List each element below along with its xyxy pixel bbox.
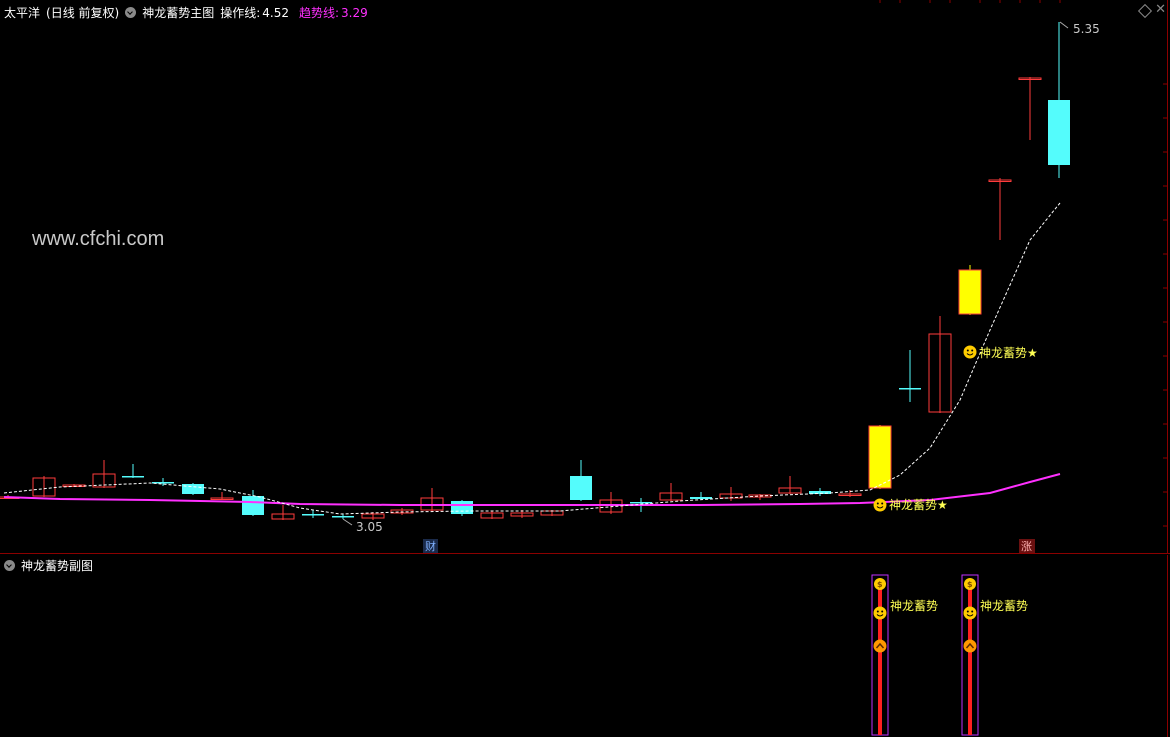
main-indicator-name[interactable]: 神龙蓄势主图 <box>142 4 214 21</box>
up-chevron-icon <box>873 639 887 653</box>
high-price-pointer <box>1059 21 1069 29</box>
high-price-label: 5.35 <box>1073 22 1100 36</box>
trend-line-value: 3.29 <box>341 5 368 20</box>
candle-body <box>690 497 712 499</box>
smiley-icon <box>873 498 887 512</box>
candle-body <box>332 516 354 518</box>
signal-column-bar <box>968 583 972 735</box>
cai-marker: 财 <box>425 539 436 553</box>
candle-body <box>242 496 264 515</box>
sub-signal-label: 神龙蓄势 <box>980 599 1028 613</box>
zhang-marker: 涨 <box>1021 540 1032 553</box>
smiley-icon <box>963 606 977 620</box>
up-chevron-icon <box>963 639 977 653</box>
signal-column-bar <box>878 583 882 735</box>
watermark: www.cfchi.com <box>32 228 165 250</box>
smiley-icon <box>873 606 887 620</box>
candle-body <box>958 269 982 315</box>
candle-body <box>899 388 921 390</box>
period-label: (日线 前复权) <box>46 6 120 20</box>
close-icon[interactable]: ✕ <box>1155 2 1166 17</box>
signal-label: 神龙蓄势★ <box>889 498 948 512</box>
op-line-value: 4.52 <box>262 5 289 20</box>
money-bag-icon: $ <box>877 580 883 589</box>
sub-chart-canvas[interactable]: $ 神龙蓄势 $ 神龙蓄势 <box>0 555 1170 737</box>
stock-name: 太平洋 <box>4 6 41 20</box>
candle-body <box>868 425 892 489</box>
smiley-icon <box>963 345 977 359</box>
sub-chart-panel[interactable]: $ 神龙蓄势 $ 神龙蓄势 神龙蓄势副图 <box>0 555 1170 737</box>
candle-body <box>630 502 652 504</box>
signal-label: 神龙蓄势★ <box>979 346 1038 360</box>
candle-body <box>122 476 144 478</box>
main-chart-panel[interactable]: 5.35 3.05 神龙蓄势★ 神龙蓄势★ 财 涨 太平洋 (日线 前复权) 神龙蓄势主图… <box>0 0 1170 554</box>
money-bag-icon: $ <box>967 580 973 589</box>
candle-body <box>1048 100 1070 165</box>
main-header: 太平洋 (日线 前复权) 神龙蓄势主图 操作线: 4.52 趋势线: 3.29 <box>4 4 368 21</box>
settings-circle-icon[interactable] <box>4 560 15 571</box>
sub-signal-label: 神龙蓄势 <box>890 599 938 613</box>
settings-circle-icon[interactable] <box>125 7 137 18</box>
candle-body <box>302 514 324 516</box>
trend-line-label: 趋势线: <box>298 6 340 20</box>
low-price-label: 3.05 <box>356 520 383 534</box>
sub-header: 神龙蓄势副图 <box>4 557 93 574</box>
sub-indicator-name[interactable]: 神龙蓄势副图 <box>21 557 93 574</box>
candle-body <box>570 476 592 500</box>
main-chart-canvas[interactable]: 5.35 3.05 神龙蓄势★ 神龙蓄势★ 财 涨 <box>0 0 1170 554</box>
low-price-pointer <box>342 518 353 526</box>
candle-body <box>451 501 473 514</box>
op-line-label: 操作线: <box>220 6 261 20</box>
candle-body <box>182 484 204 494</box>
